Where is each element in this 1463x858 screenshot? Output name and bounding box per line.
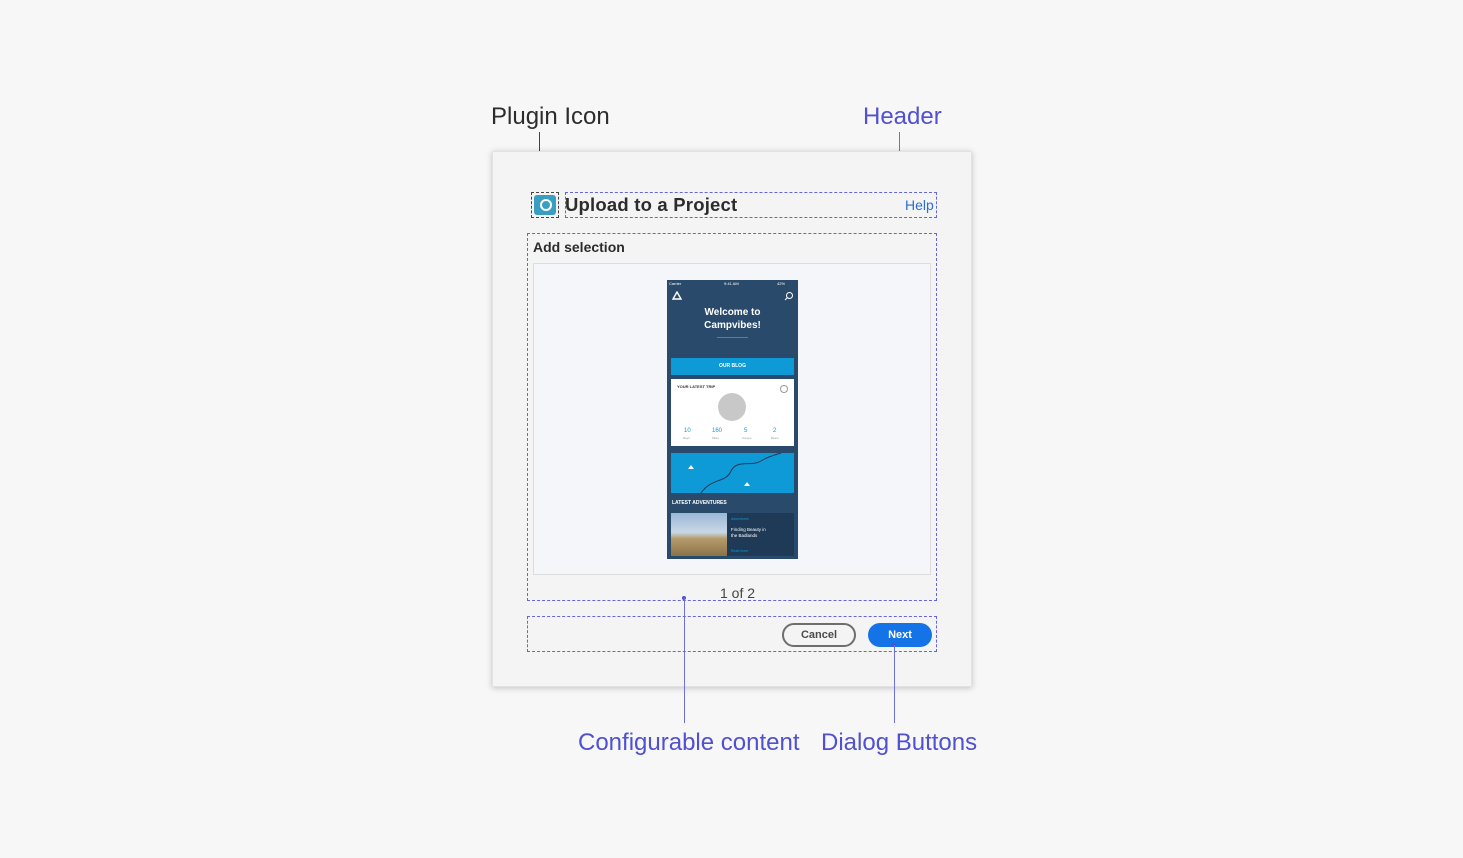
dialog-title: Upload to a Project — [565, 194, 738, 215]
clock-icon — [780, 385, 788, 393]
stat-value: 10 — [684, 428, 691, 434]
status-battery: 42% — [777, 281, 786, 286]
latest-trip-card: YOUR LATEST TRIP 10 160 5 2 Days Miles C… — [671, 379, 794, 446]
stat-label: Miles — [712, 436, 720, 440]
adventure-title-1: Finding Beauty in — [731, 527, 766, 532]
welcome-line-2: Campvibes! — [704, 320, 761, 331]
plugin-icon — [531, 192, 559, 218]
blog-button: OUR BLOG — [671, 358, 794, 375]
artboard-thumbnail[interactable]: Carrier 9:41 AM 42% Welcome to Campvibes… — [667, 280, 798, 559]
stat-value: 2 — [773, 428, 777, 434]
map-route-illustration — [688, 453, 782, 493]
adventure-category: Adventures — [731, 517, 749, 521]
welcome-divider — [717, 337, 748, 338]
stat-value: 160 — [712, 428, 723, 434]
adventure-title-2: the Badlands — [731, 533, 758, 538]
latest-trip-label: YOUR LATEST TRIP — [677, 384, 716, 389]
status-time: 9:41 AM — [724, 281, 739, 286]
stat-value: 5 — [744, 428, 748, 434]
buttons-leader-line — [894, 645, 895, 723]
section-label: Add selection — [533, 239, 625, 255]
next-button[interactable]: Next — [868, 623, 932, 647]
content-leader-line — [684, 598, 685, 723]
stat-label: Bears — [771, 436, 779, 440]
latest-adventures-label: LATEST ADVENTURES — [672, 500, 727, 506]
help-link[interactable]: Help — [905, 197, 934, 213]
plugin-icon-callout: Plugin Icon — [491, 103, 610, 130]
plugin-logo-icon — [534, 195, 556, 215]
welcome-line-1: Welcome to — [704, 307, 761, 318]
pager-text: 1 of 2 — [720, 585, 756, 601]
app-logo-icon — [672, 291, 682, 300]
header-callout: Header — [863, 103, 942, 130]
adventure-photo — [671, 513, 727, 556]
configurable-content-callout: Configurable content — [578, 729, 800, 756]
search-icon — [784, 292, 793, 301]
stat-label: Camps — [742, 436, 752, 440]
cancel-button[interactable]: Cancel — [782, 623, 856, 647]
adventure-link: Read more — [731, 549, 749, 553]
trip-avatar — [718, 393, 746, 421]
status-carrier: Carrier — [669, 281, 682, 286]
adventure-card: Adventures Finding Beauty in the Badland… — [671, 513, 794, 556]
stat-label: Days — [683, 436, 690, 440]
dialog-buttons-callout: Dialog Buttons — [821, 729, 978, 756]
blog-button-label: OUR BLOG — [719, 363, 746, 369]
trip-map — [671, 453, 794, 493]
